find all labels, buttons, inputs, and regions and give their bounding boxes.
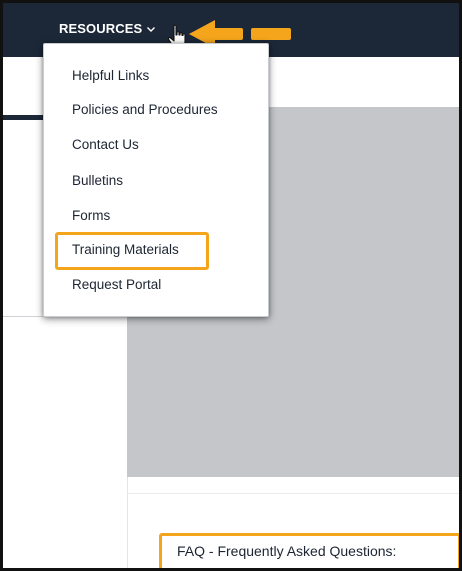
menu-item-request-portal[interactable]: Request Portal xyxy=(72,277,161,292)
menu-item-policies-and-procedures[interactable]: Policies and Procedures xyxy=(72,102,218,117)
menu-item-forms[interactable]: Forms xyxy=(72,208,110,223)
nav-item-resources[interactable]: RESOURCES xyxy=(59,21,156,36)
menu-item-bulletins[interactable]: Bulletins xyxy=(72,173,123,188)
menu-item-helpful-links[interactable]: Helpful Links xyxy=(72,68,149,83)
resources-dropdown-menu: Helpful Links Policies and Procedures Co… xyxy=(43,43,269,317)
card-top-border xyxy=(127,493,459,494)
highlight-box-faq xyxy=(159,533,459,568)
nav-resources-label: RESOURCES xyxy=(59,21,143,36)
chevron-down-icon xyxy=(147,26,156,32)
card-edge xyxy=(127,477,128,568)
menu-item-contact-us[interactable]: Contact Us xyxy=(72,137,139,152)
highlight-box-training-materials xyxy=(55,232,209,270)
app-window: RESOURCES Helpful Links Policies and Pro… xyxy=(0,0,462,571)
